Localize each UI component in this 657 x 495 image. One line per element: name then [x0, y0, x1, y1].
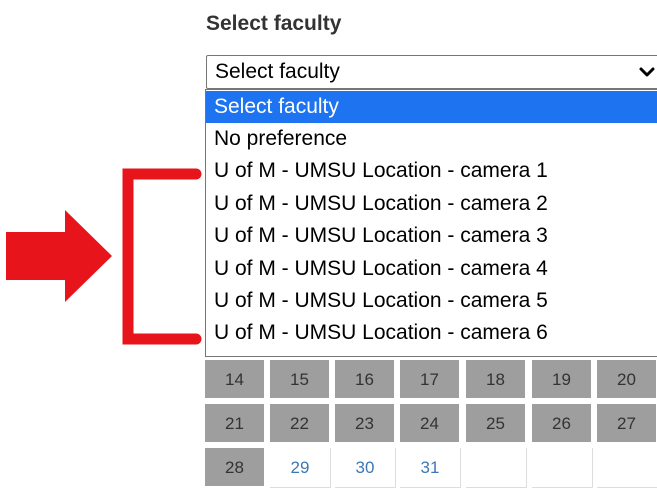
calendar-day: 27 [597, 404, 657, 444]
calendar-day-available[interactable]: 29 [270, 448, 331, 488]
option-camera-4[interactable]: U of M - UMSU Location - camera 4 [206, 253, 657, 285]
calendar-day: 19 [532, 360, 593, 400]
calendar-day: 23 [335, 404, 396, 444]
calendar-day-available[interactable]: 31 [400, 448, 461, 488]
option-camera-1[interactable]: U of M - UMSU Location - camera 1 [206, 155, 657, 187]
calendar-day: 15 [270, 360, 331, 400]
option-no-preference[interactable]: No preference [206, 123, 657, 155]
faculty-select[interactable]: Select faculty [206, 55, 657, 89]
bracket-icon [122, 168, 202, 345]
calendar-day-available[interactable]: 30 [335, 448, 396, 488]
calendar-empty-cell [466, 448, 527, 488]
calendar-day: 22 [270, 404, 331, 444]
option-camera-3[interactable]: U of M - UMSU Location - camera 3 [206, 220, 657, 252]
calendar-day: 17 [400, 360, 461, 400]
calendar-day: 16 [335, 360, 396, 400]
calendar-day: 25 [466, 404, 527, 444]
option-camera-2[interactable]: U of M - UMSU Location - camera 2 [206, 188, 657, 220]
calendar-day: 14 [205, 360, 266, 400]
calendar-empty-cell [532, 448, 593, 488]
calendar-day: 18 [466, 360, 527, 400]
calendar-day: 20 [597, 360, 657, 400]
chevron-down-icon [639, 67, 655, 77]
faculty-dropdown-list: Select faculty No preference U of M - UM… [205, 89, 657, 357]
page: Select faculty Select faculty Select fac… [0, 0, 657, 495]
calendar-grid: 14 15 16 17 18 19 20 21 22 23 24 25 26 2… [205, 360, 657, 495]
right-arrow-icon [6, 210, 112, 302]
calendar-day: 26 [532, 404, 593, 444]
faculty-select-value: Select faculty [215, 60, 340, 83]
calendar-day: 21 [205, 404, 266, 444]
calendar-empty-cell [597, 448, 657, 488]
option-camera-5[interactable]: U of M - UMSU Location - camera 5 [206, 285, 657, 317]
option-select-faculty[interactable]: Select faculty [206, 91, 657, 123]
calendar-day: 24 [400, 404, 461, 444]
faculty-label: Select faculty [206, 12, 342, 35]
calendar-day: 28 [205, 448, 266, 488]
option-camera-6[interactable]: U of M - UMSU Location - camera 6 [206, 317, 657, 349]
